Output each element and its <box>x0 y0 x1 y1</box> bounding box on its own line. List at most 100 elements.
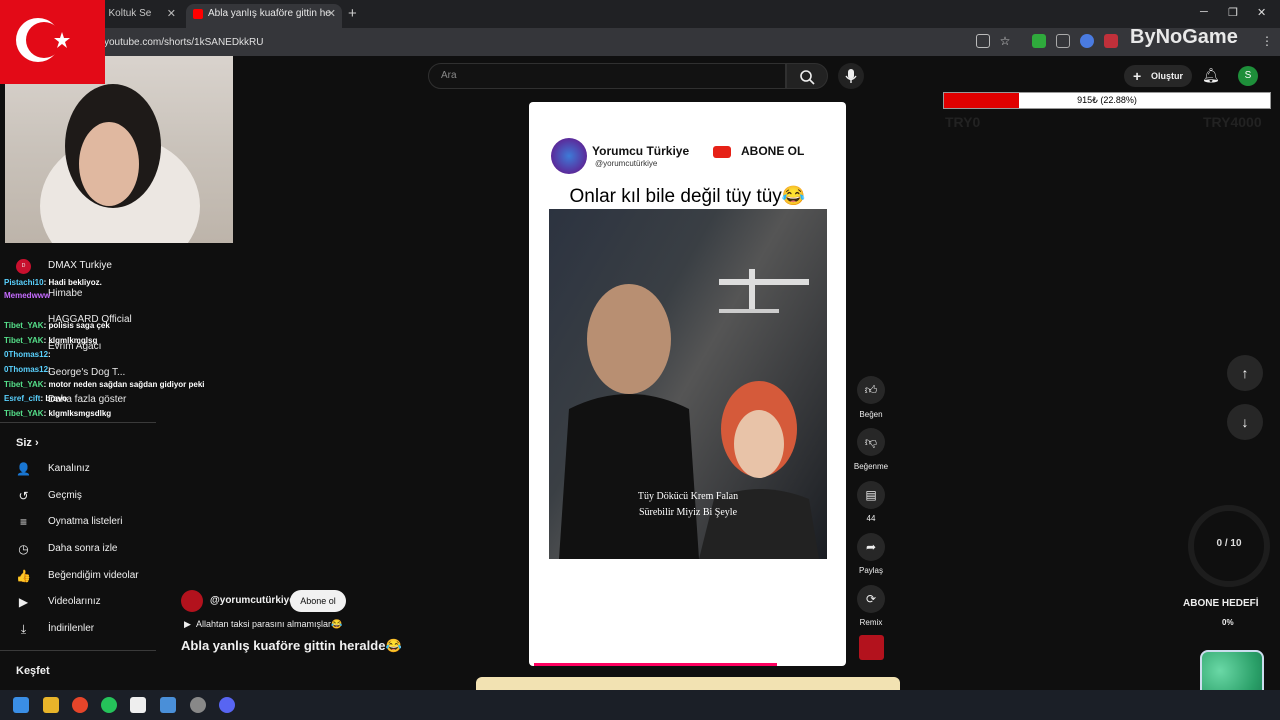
file-explorer-icon[interactable] <box>43 697 59 713</box>
chat-user: Memedwww <box>4 291 51 300</box>
sidebar-item-your-videos[interactable]: ▶ Videolarınız <box>0 589 156 615</box>
tab-close-icon[interactable]: ✕ <box>167 4 176 24</box>
subscribe-button[interactable]: Abone ol <box>290 590 346 612</box>
next-short-button[interactable]: ↓ <box>1227 404 1263 440</box>
extension-icon[interactable] <box>1080 34 1094 48</box>
creator-avatar[interactable] <box>181 590 203 612</box>
windows-taskbar <box>0 690 1280 720</box>
sidebar-item-label: İndirilenler <box>48 623 95 634</box>
sidebar-item-dmax[interactable]: D DMAX Turkiye <box>0 253 156 279</box>
chat-user: 0Thomas12 <box>4 365 49 374</box>
create-button[interactable]: + Oluştur <box>1124 65 1192 87</box>
remix-icon: ⟳ <box>865 592 877 606</box>
sound-thumbnail[interactable] <box>859 635 884 660</box>
search-input[interactable]: Ara <box>428 63 786 89</box>
discord-icon[interactable] <box>219 697 235 713</box>
subtitle-line: Tüy Dökücü Krem Falan <box>637 491 739 502</box>
app-icon[interactable] <box>130 697 146 713</box>
sidebar-item-himabe[interactable]: Himabe <box>48 288 82 299</box>
chat-message: 0Thomas12: <box>4 350 51 360</box>
browser-tab-active[interactable]: Abla yanlış kuaföre gittin he ✕ <box>186 4 342 28</box>
music-line-text: Allahtan taksi parasını almamışlar😂 <box>195 619 343 629</box>
short-title[interactable]: Abla yanlış kuaföre gittin heralde😂 <box>181 638 402 654</box>
dislike-button[interactable]: 👎︎ <box>857 428 885 456</box>
turkey-flag-icon <box>0 0 105 84</box>
address-bar: youtube.com/shorts/1kSANEDkkRU ☆ ⋮ <box>0 28 1280 56</box>
search-button[interactable] <box>786 63 828 89</box>
playlist-icon: ≡ <box>19 515 27 529</box>
photos-icon[interactable] <box>160 697 176 713</box>
share-button[interactable]: ➦ <box>857 533 885 561</box>
remix-button[interactable]: ⟳ <box>857 585 885 613</box>
donation-max-label: TRY4000 <box>1203 114 1262 130</box>
video-frame: Tüy Dökücü Krem Falan Sürebilir Miyiz Bi… <box>549 209 827 559</box>
restore-button[interactable]: ❐ <box>1228 6 1238 19</box>
sidebar-item-label: DMAX Turkiye <box>48 260 112 271</box>
like-label: Beğen <box>859 410 883 419</box>
thumbs-up-icon: 👍︎ <box>864 383 878 397</box>
chevron-right-icon: › <box>34 437 39 449</box>
share-label: Paylaş <box>858 566 883 575</box>
extension-icon[interactable] <box>1032 34 1046 48</box>
steam-icon[interactable] <box>190 697 206 713</box>
kebab-menu-icon[interactable]: ⋮ <box>1260 34 1274 48</box>
youtube-logo-icon <box>713 146 731 158</box>
notifications-bell-icon[interactable]: 🔔︎ <box>1202 67 1220 84</box>
channel-logo-icon <box>551 138 587 174</box>
tab-label: Abla yanlış kuaföre gittin he <box>208 8 331 19</box>
sidebar-item-channel[interactable]: 👤 Kanalınız <box>0 456 156 482</box>
sidebar-item-watch-later[interactable]: ◷ Daha sonra izle <box>0 536 156 562</box>
video-subtitle: Tüy Dökücü Krem Falan Sürebilir Miyiz Bi… <box>549 489 827 521</box>
window-close-button[interactable]: ✕ <box>1257 6 1266 19</box>
sidebar-item-liked[interactable]: 👍 Beğendiğim videolar <box>0 563 156 589</box>
sidebar-item-georges-dog[interactable]: George's Dog T... <box>48 367 125 378</box>
chat-message: Esref_cift: bravo <box>4 394 67 404</box>
play-icon: ▶ <box>184 619 191 629</box>
like-button[interactable]: 👍︎ <box>857 376 885 404</box>
divider <box>0 422 156 423</box>
chat-message: Tibet_YAK: motor neden sağdan sağdan gid… <box>4 380 205 390</box>
url-field[interactable]: youtube.com/shorts/1kSANEDkkRU <box>104 37 264 48</box>
chat-text: : klgmlksmgsdlkg <box>43 409 112 418</box>
extension-icon[interactable] <box>1104 34 1118 48</box>
channel-avatar-icon: D <box>16 259 31 274</box>
chat-text: : <box>48 350 51 359</box>
whatsapp-icon[interactable] <box>101 697 117 713</box>
sidebar-item-downloads[interactable]: ⤓ İndirilenler <box>0 616 156 642</box>
chat-message: Memedwww <box>4 291 50 301</box>
chat-user: Esref_cift <box>4 394 41 403</box>
sidebar-item-history[interactable]: ↺ Geçmiş <box>0 483 156 509</box>
webcam-overlay <box>5 56 233 243</box>
overlay-channel-handle: @yorumcutürkiye <box>595 159 658 168</box>
you-section-header[interactable]: Siz › <box>16 437 39 449</box>
overlay-subscribe-text: ABONE OL <box>741 144 805 158</box>
bookmark-star-icon[interactable]: ☆ <box>998 34 1012 48</box>
short-caption: Onlar kıl bile değil tüy tüy😂 <box>569 186 806 207</box>
chat-message: Pistachi10: Hadi bekliyoz. <box>4 278 102 288</box>
chat-message: 0Thomas12: <box>4 365 51 375</box>
new-tab-button[interactable]: + <box>348 5 357 22</box>
comment-icon: ▤ <box>865 488 877 502</box>
sidebar-item-label: Daha sonra izle <box>48 543 118 554</box>
music-line[interactable]: ▶ Allahtan taksi parasını almamışlar😂 <box>184 619 342 630</box>
avatar[interactable]: S <box>1238 66 1258 86</box>
extension-icon[interactable] <box>1056 34 1070 48</box>
short-video-player[interactable]: Yorumcu Türkiye @yorumcutürkiye ABONE OL… <box>529 102 846 666</box>
comments-count: 44 <box>866 514 876 523</box>
install-icon[interactable] <box>976 34 990 48</box>
video-progress-bar[interactable] <box>534 663 777 666</box>
comments-button[interactable]: ▤ <box>857 481 885 509</box>
donation-progress-bar: 915₺ (22.88%) <box>943 92 1271 109</box>
voice-search-button[interactable] <box>838 63 864 89</box>
streamer-silhouette <box>40 84 200 243</box>
chrome-icon[interactable] <box>72 697 88 713</box>
next-short-preview[interactable] <box>476 677 900 690</box>
creator-handle[interactable]: @yorumcutürkiye <box>210 595 295 606</box>
tab-close-icon[interactable]: ✕ <box>327 4 336 24</box>
overlay-channel-name: Yorumcu Türkiye <box>592 144 690 158</box>
minimize-button[interactable]: ─ <box>1200 6 1208 18</box>
windows-start-icon[interactable] <box>13 697 29 713</box>
previous-short-button[interactable]: ↑ <box>1227 355 1263 391</box>
sidebar-item-playlists[interactable]: ≡ Oynatma listeleri <box>0 509 156 535</box>
chat-text: : bravo <box>40 394 68 403</box>
